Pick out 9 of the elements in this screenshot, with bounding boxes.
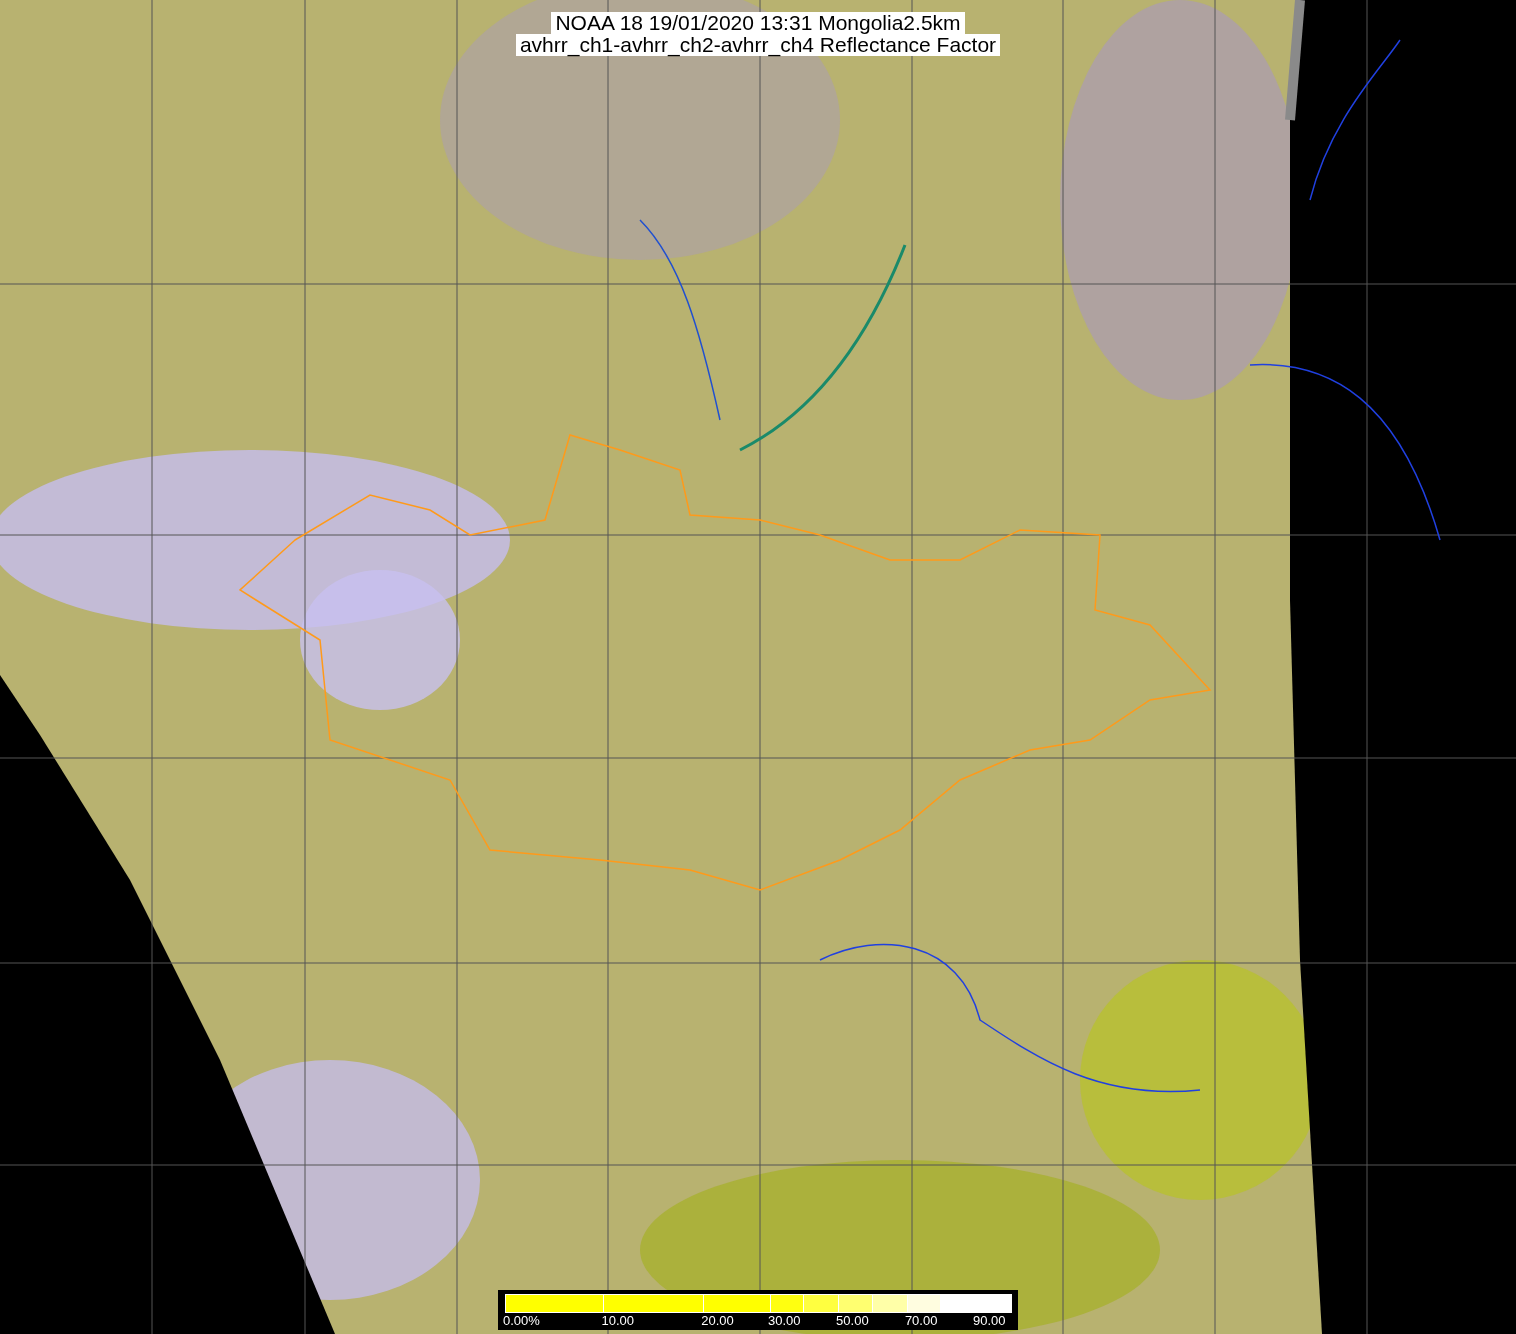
map-title: avhrr_ch1-avhrr_ch2-avhrr_ch4 Reflectance Factor [515,34,1001,56]
scale-label: 70.00 [904,1313,938,1328]
scale-label: 90.00 [972,1313,1006,1328]
scale-label: 50.00 [836,1313,869,1328]
scale-label: 30.00 [768,1313,801,1328]
scale-label: 0.00% [503,1313,540,1328]
map-title: NOAA 18 19/01/2020 13:31 Mongolia2.5km [551,12,965,34]
scale-label: 20.00 [701,1313,734,1328]
scale-label: 10.00 [601,1313,634,1328]
